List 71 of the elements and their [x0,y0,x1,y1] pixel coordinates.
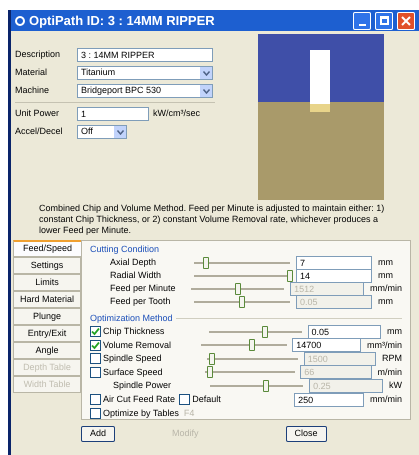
field-label: mm/min [370,392,402,406]
field-label: mm [378,256,393,270]
dialog-button[interactable]: Close [286,426,327,442]
tab[interactable]: Entry/Exit [13,325,81,342]
checkbox[interactable] [90,408,101,419]
field-label: Default [192,392,221,406]
maximize-icon [380,16,388,25]
field-label: Surface Speed [103,366,163,379]
field-label: m/min [378,366,402,378]
dropdown-caret-icon [200,85,212,97]
value-field[interactable]: 7 [296,256,372,270]
tab[interactable]: Angle [13,342,81,359]
field-label: Axial Depth [110,256,158,270]
field-label: mm/min [370,282,402,296]
field-label: kW/cm³/sec [153,107,200,120]
window-title: OptiPath ID: 3 : 14MM RIPPER [29,12,216,30]
tab[interactable]: Plunge [13,308,81,325]
dropdown[interactable]: Bridgeport BPC 530 [77,84,213,98]
field-label: Feed per Minute [110,282,177,296]
slider-thumb[interactable] [202,257,209,269]
slider-thumb[interactable] [287,270,293,282]
field-label: F4 [184,406,194,420]
maximize-button[interactable] [375,12,393,30]
field-label: Radial Width [110,269,162,282]
field-label: Air Cut Feed Rate [103,392,176,406]
field-label: RPM [382,352,402,365]
tab[interactable]: Feed/Speed [13,240,81,257]
field-label: Machine [15,84,50,98]
field-label: Accel/Decel [15,125,64,138]
group-title: Optimization Method [90,312,173,325]
dialog-button[interactable]: Add [81,426,116,442]
checkbox[interactable] [90,326,101,338]
field-label: kW [389,379,402,392]
value-field[interactable]: 14700 [292,338,362,352]
checkbox[interactable] [179,394,190,405]
app-icon [15,16,25,26]
close-icon [401,16,411,26]
dropdown[interactable]: Off [77,125,127,139]
close-button[interactable] [397,12,415,30]
tab[interactable]: Settings [13,257,81,274]
method-description: Combined Chip and Volume Method. Feed per Minute is adjusted to maintain either: 1) constant Chip Thickness, or 2) constant Volume Removal rate, whichever produces a lower Feed per Minute. [38,202,386,236]
field-label: Volume Removal [103,338,172,352]
field-label: Feed per Tooth [110,295,172,308]
dropdown-caret-icon [200,67,212,79]
tab[interactable]: Hard Material [13,291,81,308]
group-title: Cutting Condition [90,243,160,256]
tab[interactable]: Limits [13,274,81,291]
unit-power-field[interactable]: 1 [77,107,149,121]
value-field[interactable]: 14 [296,269,372,283]
field-label: Unit Power [15,107,60,120]
field-label: Material [15,66,48,80]
dropdown[interactable]: Titanium [77,66,213,80]
field-label: Description [15,48,62,62]
field-label: Optimize by Tables [103,406,179,420]
value-field[interactable]: 250 [294,392,364,406]
checkbox[interactable] [90,394,101,405]
field-label: mm [387,325,402,338]
slider-thumb[interactable] [262,326,268,338]
field-label: Spindle Power [113,379,172,392]
field-label: mm [378,269,393,282]
checkbox[interactable] [90,340,101,351]
description-field[interactable]: 3 : 14MM RIPPER [77,48,213,62]
minimize-icon [358,24,366,26]
field-label: mm³/min [367,338,402,352]
field-label: Spindle Speed [103,352,162,365]
minimize-button[interactable] [353,12,371,30]
slider-thumb[interactable] [249,339,256,352]
value-field[interactable]: 0.05 [308,324,381,339]
dropdown-caret-icon [114,126,126,138]
field-label: Chip Thickness [103,325,164,338]
field-label: mm [378,295,393,308]
